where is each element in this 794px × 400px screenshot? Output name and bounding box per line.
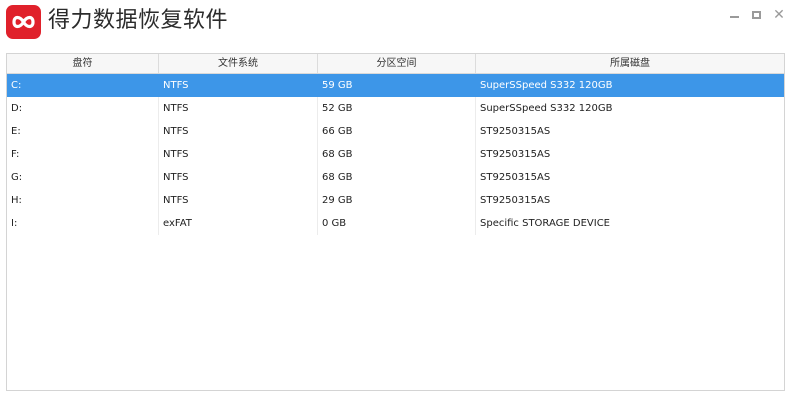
cell-filesystem: NTFS <box>159 189 318 212</box>
cell-filesystem: NTFS <box>159 74 318 97</box>
app-title: 得力数据恢复软件 <box>48 8 229 33</box>
column-header-disk[interactable]: 所属磁盘 <box>476 54 784 73</box>
cell-filesystem: NTFS <box>159 143 318 166</box>
close-icon[interactable]: ✕ <box>768 8 790 22</box>
cell-filesystem: exFAT <box>159 212 318 235</box>
title-bar: 得力数据恢复软件 ✕ <box>0 0 794 42</box>
table-row[interactable]: E: NTFS 66 GB ST9250315AS <box>7 120 784 143</box>
cell-size: 66 GB <box>318 120 476 143</box>
column-header-partition-size[interactable]: 分区空间 <box>318 54 476 73</box>
table-row[interactable]: C: NTFS 59 GB SuperSSpeed S332 120GB <box>7 74 784 97</box>
cell-drive: C: <box>7 74 159 97</box>
cell-disk: ST9250315AS <box>480 126 551 137</box>
column-header-filesystem[interactable]: 文件系统 <box>159 54 318 73</box>
cell-filesystem: NTFS <box>159 120 318 143</box>
cell-disk: ST9250315AS <box>480 172 551 183</box>
cell-size: 29 GB <box>318 189 476 212</box>
cell-size: 0 GB <box>318 212 476 235</box>
cell-filesystem: NTFS <box>159 166 318 189</box>
cell-size: 68 GB <box>318 166 476 189</box>
table-row[interactable]: H: NTFS 29 GB ST9250315AS <box>7 189 784 212</box>
minimize-icon[interactable] <box>724 8 746 22</box>
cell-size: 59 GB <box>318 74 476 97</box>
table-row[interactable]: D: NTFS 52 GB SuperSSpeed S332 120GB <box>7 97 784 120</box>
cell-drive: G: <box>7 166 159 189</box>
window-controls: ✕ <box>724 8 790 22</box>
infinity-logo-icon <box>6 5 41 39</box>
cell-drive: H: <box>7 189 159 212</box>
cell-disk: ST9250315AS <box>480 195 551 206</box>
cell-size: 68 GB <box>318 143 476 166</box>
table-row[interactable]: I: exFAT 0 GB Specific STORAGE DEVICE <box>7 212 784 235</box>
table-row[interactable]: F: NTFS 68 GB ST9250315AS <box>7 143 784 166</box>
cell-size: 52 GB <box>318 97 476 120</box>
maximize-icon[interactable] <box>746 8 768 22</box>
partition-table: 盘符 文件系统 分区空间 所属磁盘 C: NTFS 59 GB SuperSSp… <box>6 53 785 391</box>
table-body: C: NTFS 59 GB SuperSSpeed S332 120GB D: … <box>7 74 784 235</box>
cell-disk: Specific STORAGE DEVICE <box>480 218 610 229</box>
cell-disk: ST9250315AS <box>480 149 551 160</box>
cell-disk: SuperSSpeed S332 120GB <box>480 80 613 91</box>
cell-filesystem: NTFS <box>159 97 318 120</box>
cell-drive: F: <box>7 143 159 166</box>
cell-drive: I: <box>7 212 159 235</box>
cell-disk: SuperSSpeed S332 120GB <box>480 103 613 114</box>
cell-drive: E: <box>7 120 159 143</box>
column-header-drive[interactable]: 盘符 <box>7 54 159 73</box>
cell-drive: D: <box>7 97 159 120</box>
table-row[interactable]: G: NTFS 68 GB ST9250315AS <box>7 166 784 189</box>
table-header: 盘符 文件系统 分区空间 所属磁盘 <box>7 54 784 74</box>
